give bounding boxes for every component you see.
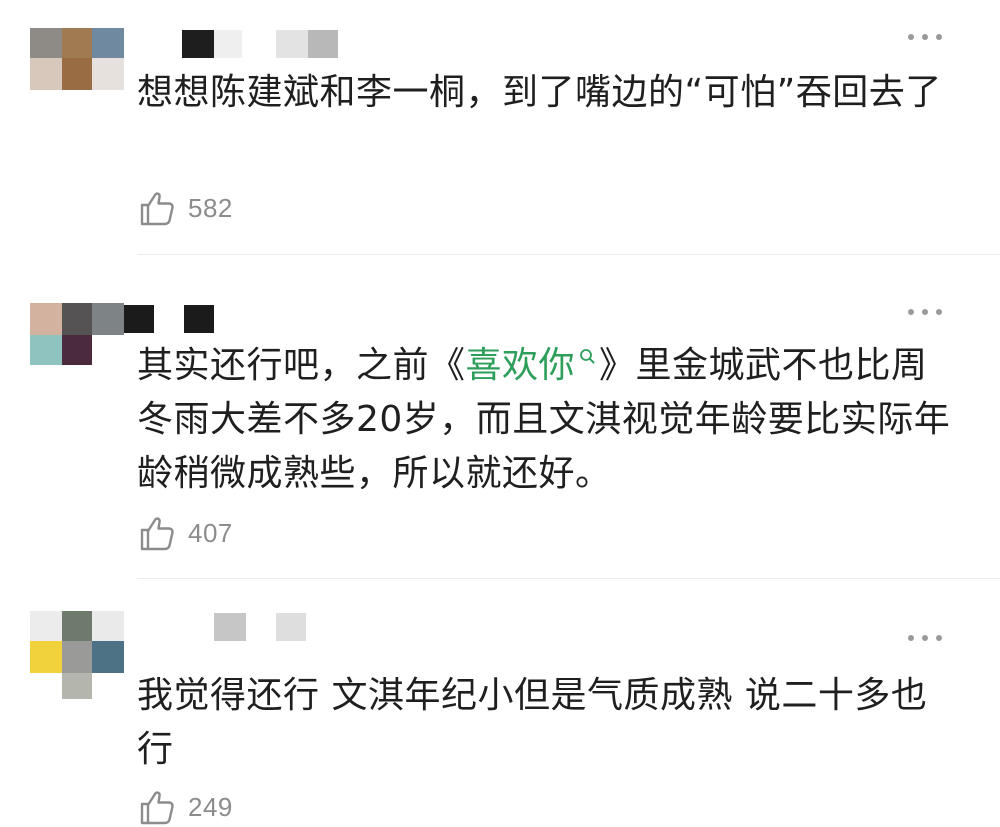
search-icon — [580, 349, 595, 364]
thumbs-up-icon — [140, 192, 174, 226]
comment-item: 其实还行吧，之前《喜欢你 》里金城武不也比周冬雨大差不多20岁，而且文淇视觉年龄要… — [0, 255, 1000, 577]
username-redacted[interactable] — [214, 613, 314, 641]
comment-item: 我觉得还行 文淇年纪小但是气质成熟 说二十多也行 249 — [0, 579, 1000, 825]
more-dots-icon[interactable] — [908, 629, 948, 647]
like-button[interactable]: 582 — [138, 188, 233, 228]
comment-text: 想想陈建斌和李一桐，到了嘴边的“可怕”吞回去了 — [137, 72, 942, 113]
more-dots-icon[interactable] — [908, 303, 948, 321]
comment-item: 想想陈建斌和李一桐，到了嘴边的“可怕”吞回去了 582 — [0, 0, 1000, 254]
like-button[interactable]: 249 — [138, 787, 233, 827]
comment-text-before: 其实还行吧，之前《 — [137, 345, 466, 386]
movie-link[interactable]: 喜欢你 — [466, 345, 600, 386]
like-count: 582 — [188, 192, 233, 223]
avatar[interactable] — [30, 611, 124, 673]
avatar[interactable] — [30, 303, 124, 365]
thumbs-up-icon — [140, 791, 174, 825]
avatar-lower-strip — [30, 673, 124, 703]
like-count: 249 — [188, 791, 233, 822]
more-dots-icon[interactable] — [908, 28, 948, 46]
thumbs-up-icon — [140, 517, 174, 551]
comment-text: 我觉得还行 文淇年纪小但是气质成熟 说二十多也行 — [137, 675, 928, 770]
like-button[interactable]: 407 — [138, 513, 233, 553]
comment-text: 其实还行吧，之前《喜欢你 》里金城武不也比周冬雨大差不多20岁，而且文淇视觉年龄要… — [137, 339, 957, 501]
avatar[interactable] — [30, 28, 124, 90]
username-redacted[interactable] — [124, 305, 224, 333]
username-redacted[interactable] — [182, 30, 342, 58]
movie-link-label: 喜欢你 — [465, 345, 576, 386]
like-count: 407 — [188, 517, 233, 548]
